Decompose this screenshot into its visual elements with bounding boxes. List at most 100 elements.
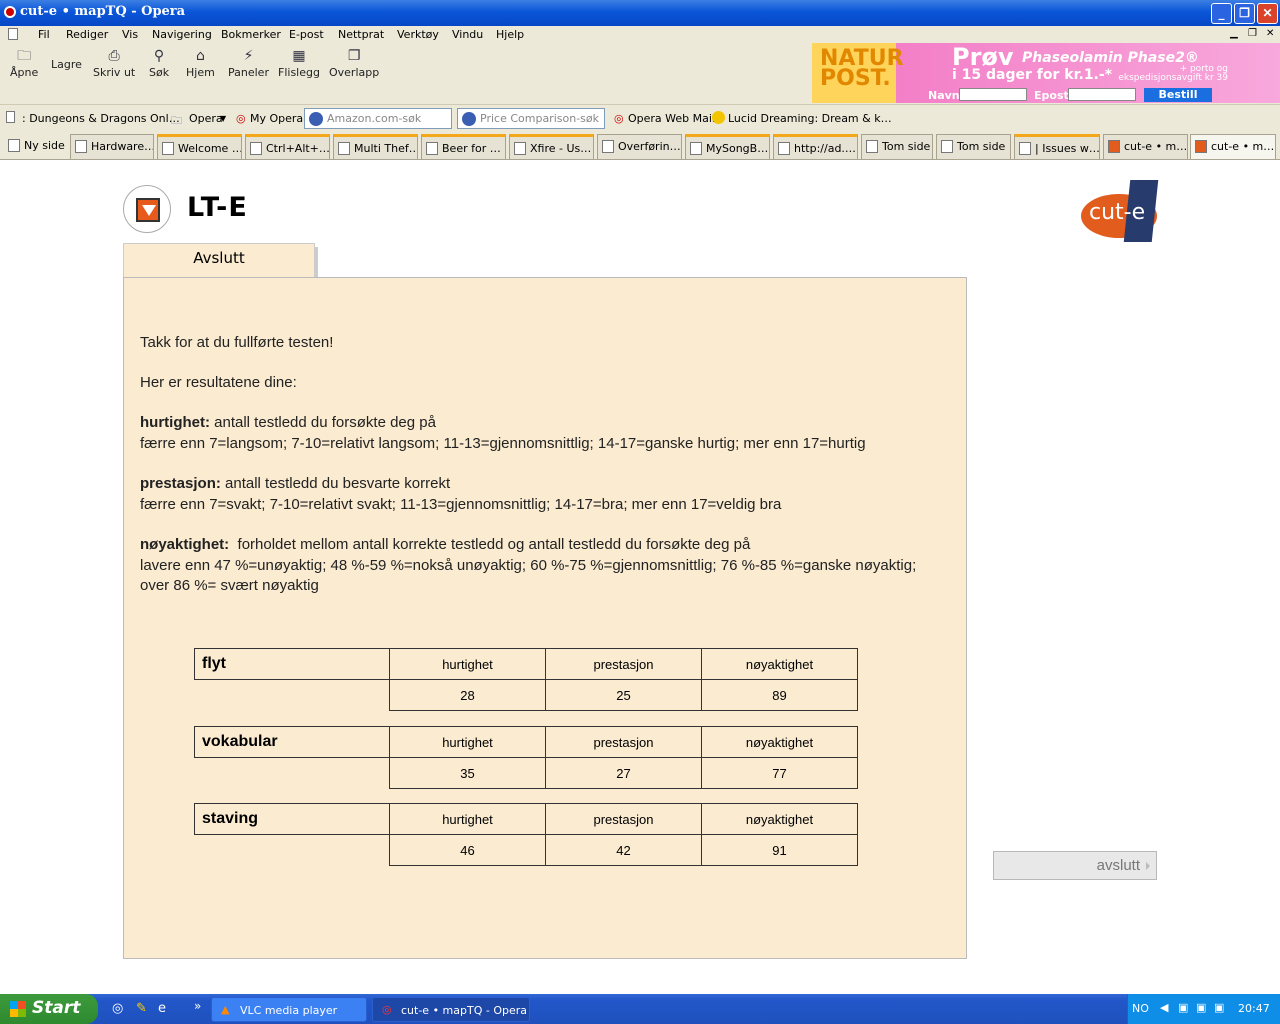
- chevron-left-icon[interactable]: ◀: [1160, 1001, 1168, 1014]
- ad-brand: NATUR POST.: [820, 46, 904, 91]
- site-icon: [338, 142, 350, 155]
- site-icon: [250, 142, 262, 155]
- tab-label: Tom side: [882, 140, 931, 153]
- tray-app-icon[interactable]: ▣: [1214, 1001, 1224, 1014]
- print-button[interactable]: ⎙ Skriv ut: [93, 48, 135, 79]
- ad-order-button[interactable]: Bestill: [1144, 88, 1212, 102]
- vlc-icon: ▲: [221, 1003, 230, 1016]
- intro-text: Her er resultatene dine:: [140, 374, 297, 391]
- start-button[interactable]: Start: [0, 994, 98, 1024]
- tab-beer[interactable]: Beer for …: [421, 134, 506, 159]
- tab-transfer[interactable]: Overførin…: [597, 134, 682, 159]
- tray-app-icon[interactable]: ▣: [1178, 1001, 1188, 1014]
- bookmark-my-opera[interactable]: My Opera: [250, 112, 303, 125]
- definition-speed: hurtighet: antall testledd du forsøkte d…: [140, 413, 436, 433]
- tab-xfire[interactable]: Xfire - Us…: [509, 134, 594, 159]
- menu-verktoy[interactable]: Verktøy: [397, 28, 439, 41]
- scale-performance: færre enn 7=svakt; 7-10=relativt svakt; …: [140, 496, 782, 513]
- menu-nettprat[interactable]: Nettprat: [338, 28, 384, 41]
- opera-icon: ◎: [614, 112, 624, 125]
- menu-rediger[interactable]: Rediger: [66, 28, 108, 41]
- result-name: staving: [194, 803, 390, 835]
- ad-banner[interactable]: NATUR POST. Prøv Phaseolamin Phase2® i 1…: [812, 43, 1280, 103]
- chevron-right-icon[interactable]: »: [194, 999, 201, 1013]
- restore-button[interactable]: ❐: [1234, 3, 1255, 24]
- tab-multitheft[interactable]: Multi Thef…: [333, 134, 418, 159]
- site-icon: [778, 142, 790, 155]
- close-button[interactable]: ✕: [1257, 3, 1278, 24]
- search-icon: [309, 112, 323, 126]
- price-search-input[interactable]: Price Comparison-søk: [457, 108, 605, 129]
- tab-cute-1[interactable]: cut-e • m…: [1103, 134, 1188, 159]
- bookmark-dnd[interactable]: : Dungeons & Dragons Onl…: [22, 112, 180, 125]
- menu-navigering[interactable]: Navigering: [152, 28, 212, 41]
- tab-issues[interactable]: | Issues w…: [1014, 134, 1100, 159]
- tab-cute-active[interactable]: cut-e • m…: [1190, 134, 1276, 159]
- mdi-minimize-icon[interactable]: ▁: [1230, 28, 1238, 39]
- header-accuracy: nøyaktighet: [701, 803, 858, 835]
- page-icon: [8, 139, 20, 152]
- language-indicator[interactable]: NO: [1132, 1002, 1149, 1015]
- tab-welcome[interactable]: Welcome …: [157, 134, 242, 159]
- ad-email-input[interactable]: [1068, 88, 1136, 101]
- scale-accuracy-1: lavere enn 47 %=unøyaktig; 48 %-59 %=nok…: [140, 557, 917, 574]
- menu-fil[interactable]: Fil: [38, 28, 50, 41]
- value-speed: 28: [389, 679, 546, 711]
- menu-vis[interactable]: Vis: [122, 28, 138, 41]
- bookmark-opera-folder[interactable]: Opera: [189, 112, 223, 125]
- menu-bar: Fil Rediger Vis Navigering Bokmerker E-p…: [0, 26, 1280, 44]
- opera-quicklaunch-icon[interactable]: ◎: [112, 1001, 123, 1016]
- tab-label: | Issues w…: [1035, 142, 1100, 155]
- header-accuracy: nøyaktighet: [701, 726, 858, 758]
- header-performance: prestasjon: [545, 803, 702, 835]
- menu-epost[interactable]: E-post: [289, 28, 324, 41]
- tab-ad-url[interactable]: http://ad.…: [773, 134, 858, 159]
- task-vlc[interactable]: ▲ VLC media player: [211, 997, 367, 1022]
- results-table-vokabular: vokabular hurtighet prestasjon nøyaktighet …: [194, 726, 858, 789]
- opera-icon: ◎: [236, 112, 246, 125]
- ie-quicklaunch-icon[interactable]: e: [158, 1001, 166, 1016]
- menu-bokmerker[interactable]: Bokmerker: [221, 28, 281, 41]
- tab-new[interactable]: Ny side: [4, 134, 66, 159]
- bookmark-lucid[interactable]: Lucid Dreaming: Dream & k…: [728, 112, 892, 125]
- chevron-down-icon[interactable]: ▼: [220, 114, 226, 123]
- mdi-restore-icon[interactable]: ❐: [1248, 28, 1257, 39]
- header-performance: prestasjon: [545, 726, 702, 758]
- menu-vindu[interactable]: Vindu: [452, 28, 483, 41]
- search-button[interactable]: ⚲ Søk: [149, 48, 169, 79]
- home-button[interactable]: ⌂ Hjem: [186, 48, 215, 79]
- bookmark-opera-webmail[interactable]: Opera Web Mail: [628, 112, 715, 125]
- term-performance: prestasjon:: [140, 475, 221, 492]
- save-button[interactable]: Lagre: [51, 58, 82, 71]
- open-button[interactable]: 🗀 Åpne: [10, 48, 38, 79]
- mdi-close-icon[interactable]: ✕: [1266, 28, 1274, 39]
- tab-ctrlaltdel[interactable]: Ctrl+Alt+…: [245, 134, 330, 159]
- tab-label: Beer for …: [442, 142, 501, 155]
- header-speed: hurtighet: [389, 803, 546, 835]
- xfire-icon: [514, 142, 526, 155]
- tray-app-icon[interactable]: ▣: [1196, 1001, 1206, 1014]
- exit-button[interactable]: avslutt: [993, 851, 1157, 880]
- tab-blank-2[interactable]: Tom side: [936, 134, 1011, 159]
- tab-label: http://ad.…: [794, 142, 856, 155]
- ad-name-input[interactable]: [959, 88, 1027, 101]
- tab-blank-1[interactable]: Tom side: [861, 134, 933, 159]
- tab-avslutt[interactable]: Avslutt: [123, 243, 318, 279]
- task-opera[interactable]: ◎ cut-e • mapTQ - Opera: [372, 997, 530, 1022]
- home-label: Hjem: [186, 66, 215, 79]
- minimize-button[interactable]: _: [1211, 3, 1232, 24]
- term-accuracy: nøyaktighet:: [140, 536, 230, 553]
- opera-icon: ◎: [382, 1003, 392, 1016]
- amazon-search-input[interactable]: Amazon.com-søk: [304, 108, 452, 129]
- tab-label: Welcome …: [178, 142, 242, 155]
- cascade-button[interactable]: ❐ Overlapp: [329, 48, 379, 79]
- amazon-search-placeholder: Amazon.com-søk: [327, 112, 422, 125]
- tab-hardware[interactable]: Hardware…: [70, 134, 154, 159]
- quicklaunch-icon[interactable]: ✎: [136, 1001, 147, 1016]
- tile-button[interactable]: ▦ Flislegg: [278, 48, 320, 79]
- window-titlebar[interactable]: cut-e • mapTQ - Opera _ ❐ ✕: [0, 0, 1280, 26]
- value-performance: 27: [545, 757, 702, 789]
- menu-hjelp[interactable]: Hjelp: [496, 28, 524, 41]
- tab-mysongbook[interactable]: MySongB…: [685, 134, 770, 159]
- panels-button[interactable]: ⚡ Paneler: [228, 48, 269, 79]
